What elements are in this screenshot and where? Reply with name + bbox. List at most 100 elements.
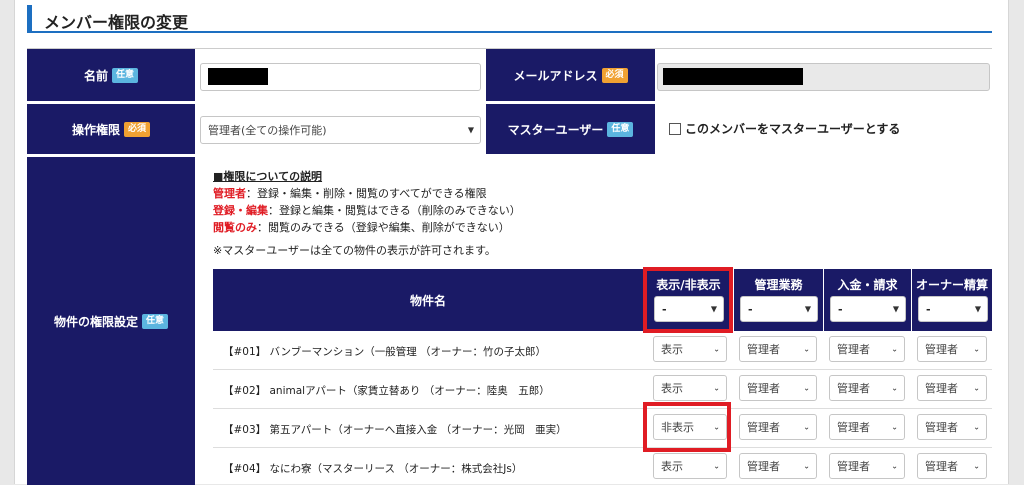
owner-select[interactable]: 管理者 ⌄ bbox=[917, 336, 987, 362]
management-value: 管理者 bbox=[747, 421, 780, 434]
chevron-down-icon: ⌄ bbox=[891, 344, 898, 354]
master-user-checkbox[interactable] bbox=[669, 122, 681, 135]
chevron-down-icon: ⌄ bbox=[973, 461, 980, 471]
highlight-display-header bbox=[643, 267, 733, 333]
explanation-line-3: 閲覧のみ：閲覧のみできる（登録や編集、削除ができない） bbox=[213, 219, 510, 235]
management-header: 管理業務 - ▼ bbox=[733, 269, 823, 331]
chevron-down-icon: ⌄ bbox=[803, 344, 810, 354]
property-name: 【#03】 第五アパート（オーナーへ直接入金 （オーナー：光岡 亜実） bbox=[223, 424, 567, 436]
property-label-text: 物件の権限設定 bbox=[53, 314, 138, 329]
role-admin: 管理者 bbox=[213, 187, 246, 200]
payment-select[interactable]: 管理者 ⌄ bbox=[829, 336, 905, 362]
chevron-down-icon: ⌄ bbox=[891, 461, 898, 471]
management-value: 管理者 bbox=[747, 460, 780, 473]
master-user-label: マスターユーザー 任意 bbox=[486, 104, 655, 154]
chevron-down-icon: ⌄ bbox=[803, 461, 810, 471]
owner-value: 管理者 bbox=[925, 421, 958, 434]
owner-select[interactable]: 管理者 ⌄ bbox=[917, 414, 987, 440]
payment-select[interactable]: 管理者 ⌄ bbox=[829, 375, 905, 401]
owner-select[interactable]: 管理者 ⌄ bbox=[917, 453, 987, 479]
chevron-down-icon: ⌄ bbox=[713, 344, 720, 354]
optional-badge: 任意 bbox=[142, 313, 169, 329]
master-user-checkbox-wrap[interactable]: このメンバーをマスターユーザーとする bbox=[669, 120, 900, 137]
display-value: 表示 bbox=[661, 460, 683, 473]
name-input[interactable] bbox=[200, 63, 481, 91]
property-name: 【#01】 バンブーマンション（一般管理 （オーナー：竹の子太郎） bbox=[223, 346, 547, 358]
owner-bulk-select[interactable]: - ▼ bbox=[918, 296, 988, 322]
role-admin-desc: ：登録・編集・削除・閲覧のすべてができる権限 bbox=[246, 187, 487, 200]
required-badge: 必須 bbox=[601, 67, 628, 83]
explanation-line-2: 登録・編集：登録と編集・閲覧はできる（削除のみできない） bbox=[213, 202, 521, 218]
email-input[interactable] bbox=[657, 63, 990, 91]
operation-label: 操作権限 必須 bbox=[27, 104, 195, 154]
explanation-heading: ■権限についての説明 bbox=[213, 170, 323, 183]
property-name-header: 物件名 bbox=[213, 269, 643, 331]
payment-select[interactable]: 管理者 ⌄ bbox=[829, 453, 905, 479]
management-select[interactable]: 管理者 ⌄ bbox=[739, 453, 817, 479]
display-select[interactable]: 表示 ⌄ bbox=[653, 336, 727, 362]
chevron-down-icon: ⌄ bbox=[891, 383, 898, 393]
property-name: 【#04】 なにわ寮（マスターリース （オーナー：株式会社Js） bbox=[223, 463, 523, 475]
row-divider bbox=[213, 369, 992, 370]
owner-header-text: オーナー精算 bbox=[915, 278, 988, 292]
master-note: ※マスターユーザーは全ての物件の表示が許可されます。 bbox=[213, 244, 496, 257]
operation-select[interactable]: 管理者(全ての操作可能) ▼ bbox=[200, 116, 481, 144]
page-container: メンバー権限の変更 名前 任意 メールアドレス 必須 操作権限 必須 管理者(全… bbox=[14, 0, 1009, 485]
required-badge: 必須 bbox=[124, 121, 151, 137]
chevron-down-icon: ⌄ bbox=[891, 422, 898, 432]
property-name-header-text: 物件名 bbox=[409, 293, 446, 308]
name-label-text: 名前 bbox=[83, 68, 108, 83]
management-bulk-value: - bbox=[748, 302, 753, 316]
owner-bulk-value: - bbox=[926, 302, 931, 316]
management-value: 管理者 bbox=[747, 382, 780, 395]
chevron-down-icon: ▼ bbox=[467, 125, 474, 135]
title-bar: メンバー権限の変更 bbox=[27, 5, 992, 33]
operation-select-value: 管理者(全ての操作可能) bbox=[208, 124, 327, 137]
payment-value: 管理者 bbox=[837, 421, 870, 434]
chevron-down-icon: ⌄ bbox=[713, 383, 720, 393]
payment-value: 管理者 bbox=[837, 460, 870, 473]
management-select[interactable]: 管理者 ⌄ bbox=[739, 414, 817, 440]
explanation-line-1: 管理者：登録・編集・削除・閲覧のすべてができる権限 bbox=[213, 185, 487, 201]
chevron-down-icon: ⌄ bbox=[973, 383, 980, 393]
chevron-down-icon: ▼ bbox=[974, 304, 981, 314]
optional-badge: 任意 bbox=[112, 67, 139, 83]
owner-value: 管理者 bbox=[925, 343, 958, 356]
payment-header-text: 入金・請求 bbox=[837, 278, 898, 292]
name-label: 名前 任意 bbox=[27, 49, 195, 101]
management-select[interactable]: 管理者 ⌄ bbox=[739, 336, 817, 362]
owner-value: 管理者 bbox=[925, 460, 958, 473]
email-label: メールアドレス 必須 bbox=[486, 49, 655, 101]
management-bulk-select[interactable]: - ▼ bbox=[740, 296, 818, 322]
management-select[interactable]: 管理者 ⌄ bbox=[739, 375, 817, 401]
chevron-down-icon: ▼ bbox=[804, 304, 811, 314]
row-divider bbox=[213, 408, 992, 409]
payment-select[interactable]: 管理者 ⌄ bbox=[829, 414, 905, 440]
email-label-text: メールアドレス bbox=[513, 68, 598, 83]
operation-label-text: 操作権限 bbox=[71, 122, 120, 137]
role-view: 閲覧のみ bbox=[213, 221, 257, 234]
optional-badge: 任意 bbox=[607, 121, 634, 137]
management-value: 管理者 bbox=[747, 343, 780, 356]
owner-settlement-header: オーナー精算 - ▼ bbox=[911, 269, 992, 331]
display-select[interactable]: 表示 ⌄ bbox=[653, 375, 727, 401]
chevron-down-icon: ⌄ bbox=[803, 422, 810, 432]
chevron-down-icon: ⌄ bbox=[713, 461, 720, 471]
master-label-text: マスターユーザー bbox=[507, 122, 604, 137]
property-permission-label: 物件の権限設定 任意 bbox=[27, 157, 195, 485]
payment-header: 入金・請求 - ▼ bbox=[823, 269, 911, 331]
display-select[interactable]: 表示 ⌄ bbox=[653, 453, 727, 479]
role-edit-desc: ：登録と編集・閲覧はできる（削除のみできない） bbox=[268, 204, 521, 217]
owner-value: 管理者 bbox=[925, 382, 958, 395]
chevron-down-icon: ⌄ bbox=[973, 344, 980, 354]
row-divider bbox=[213, 447, 992, 448]
owner-select[interactable]: 管理者 ⌄ bbox=[917, 375, 987, 401]
payment-value: 管理者 bbox=[837, 382, 870, 395]
payment-bulk-select[interactable]: - ▼ bbox=[830, 296, 906, 322]
chevron-down-icon: ⌄ bbox=[973, 422, 980, 432]
management-header-text: 管理業務 bbox=[754, 278, 803, 292]
chevron-down-icon: ▼ bbox=[892, 304, 899, 314]
redacted-email bbox=[663, 68, 803, 85]
highlight-row3-display bbox=[643, 402, 731, 452]
member-permission-form: 名前 任意 メールアドレス 必須 操作権限 必須 管理者(全ての操作可能) ▼ … bbox=[27, 48, 992, 485]
